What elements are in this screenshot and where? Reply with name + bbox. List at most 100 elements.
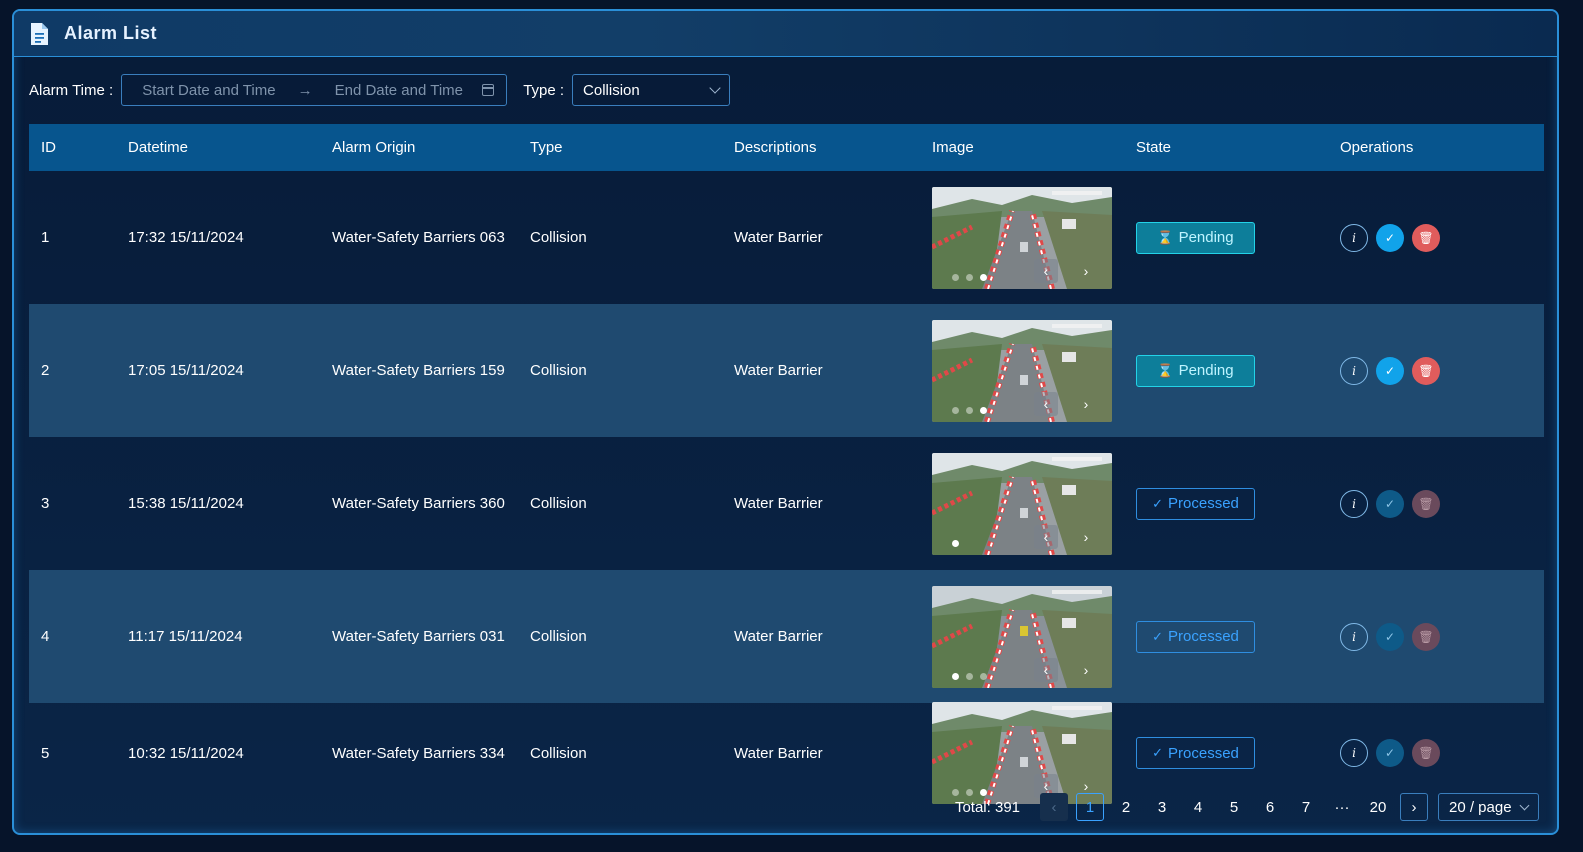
carousel-dot[interactable] [966, 406, 973, 414]
chevron-left-icon[interactable]: ‹ [1034, 391, 1058, 416]
confirm-button[interactable]: ✓ [1376, 489, 1404, 518]
cell-state: ✓ Processed [1136, 487, 1340, 520]
cell-type: Collision [530, 362, 587, 379]
page-button-last[interactable]: 20 [1364, 793, 1392, 821]
info-button[interactable]: i [1340, 356, 1368, 385]
page-button-6[interactable]: 6 [1256, 793, 1284, 821]
carousel-dots [952, 273, 987, 281]
table-body: 1 17:32 15/11/2024 Water-Safety Barriers… [29, 171, 1544, 804]
alarm-image-carousel[interactable]: ‹ › [932, 319, 1112, 422]
page-button-5[interactable]: 5 [1220, 793, 1248, 821]
alarm-image-carousel[interactable]: ‹ › [932, 585, 1112, 688]
cell-image: ‹ › [932, 702, 1136, 804]
date-range-picker[interactable]: Start Date and Time → End Date and Time [121, 74, 508, 106]
cell-description: Water Barrier [734, 744, 823, 762]
end-date-input[interactable]: End Date and Time [335, 82, 463, 99]
alarm-image-carousel[interactable]: ‹ › [932, 452, 1112, 555]
cell-state: ⌛ Pending [1136, 354, 1340, 387]
carousel-dot[interactable] [952, 539, 959, 547]
carousel-dot[interactable] [952, 273, 959, 281]
cell-origin: Water-Safety Barriers 360 [332, 495, 505, 512]
type-select[interactable]: Collision [572, 74, 731, 106]
start-date-input[interactable]: Start Date and Time [142, 82, 275, 99]
page-button-1[interactable]: 1 [1076, 793, 1104, 821]
cell-image: ‹ › [932, 585, 1136, 688]
cell-id: 5 [41, 744, 50, 762]
prev-page-button[interactable]: ‹ [1040, 793, 1068, 821]
cell-datetime: 17:32 15/11/2024 [128, 229, 244, 246]
chevron-left-icon[interactable]: ‹ [1034, 657, 1058, 682]
cell-origin: Water-Safety Barriers 063 [332, 229, 505, 246]
status-label: Pending [1178, 229, 1234, 246]
page-button-4[interactable]: 4 [1184, 793, 1212, 821]
confirm-button[interactable]: ✓ [1376, 223, 1404, 252]
cell-datetime: 15:38 15/11/2024 [128, 495, 244, 512]
chevron-right-icon[interactable]: › [1074, 658, 1098, 682]
type-label: Type : [523, 81, 565, 99]
confirm-button[interactable]: ✓ [1376, 739, 1404, 767]
info-button[interactable]: i [1340, 223, 1368, 252]
table-row: 3 15:38 15/11/2024 Water-Safety Barriers… [29, 437, 1544, 570]
cell-origin: Water-Safety Barriers 334 [332, 744, 505, 762]
carousel-dot[interactable] [966, 273, 973, 281]
chevron-right-icon[interactable]: › [1074, 525, 1098, 549]
delete-button[interactable]: 🗑 [1412, 622, 1440, 651]
page-button-2[interactable]: 2 [1112, 793, 1140, 821]
delete-button[interactable]: 🗑 [1412, 356, 1440, 385]
delete-button[interactable]: 🗑 [1412, 739, 1440, 767]
cell-origin: Water-Safety Barriers 159 [332, 362, 505, 379]
info-button[interactable]: i [1340, 489, 1368, 518]
check-icon: ✓ [1152, 745, 1164, 760]
carousel-dots [952, 406, 987, 414]
col-header-state: State [1136, 139, 1172, 156]
cell-operations: i ✓ 🗑 [1340, 739, 1544, 767]
table-row: 2 17:05 15/11/2024 Water-Safety Barriers… [29, 304, 1544, 437]
status-badge: ✓ Processed [1136, 620, 1255, 653]
carousel-dots [952, 539, 959, 547]
check-icon: ✓ [1152, 628, 1164, 644]
page-size-select[interactable]: 20 / page [1438, 793, 1539, 821]
cell-datetime: 17:05 15/11/2024 [128, 362, 244, 379]
page-button-7[interactable]: 7 [1292, 793, 1320, 821]
page-button-3[interactable]: 3 [1148, 793, 1176, 821]
arrow-right-icon: → [297, 81, 313, 99]
chevron-right-icon[interactable]: › [1074, 392, 1098, 416]
cell-state: ⌛ Pending [1136, 221, 1340, 254]
cell-description: Water Barrier [734, 628, 823, 645]
cell-datetime: 11:17 15/11/2024 [128, 628, 243, 645]
carousel-dot[interactable] [980, 406, 987, 414]
confirm-button[interactable]: ✓ [1376, 622, 1404, 651]
hourglass-icon: ⌛ [1157, 362, 1174, 378]
cell-datetime: 10:32 15/11/2024 [128, 744, 244, 762]
info-button[interactable]: i [1340, 739, 1368, 767]
cell-description: Water Barrier [734, 362, 823, 379]
delete-button[interactable]: 🗑 [1412, 489, 1440, 518]
chevron-left-icon[interactable]: ‹ [1034, 258, 1058, 283]
carousel-dot[interactable] [952, 406, 959, 414]
alarm-image-carousel[interactable]: ‹ › [932, 702, 1112, 804]
alarm-table: ID Datetime Alarm Origin Type Descriptio… [29, 124, 1544, 804]
hourglass-icon: ⌛ [1157, 229, 1174, 245]
delete-button[interactable]: 🗑 [1412, 223, 1440, 252]
info-button[interactable]: i [1340, 622, 1368, 651]
carousel-dot[interactable] [966, 672, 973, 680]
alarm-image-carousel[interactable]: ‹ › [932, 186, 1112, 289]
cell-image: ‹ › [932, 319, 1136, 422]
page-size-value: 20 / page [1449, 798, 1512, 816]
cell-id: 2 [41, 362, 50, 379]
page-ellipsis[interactable]: ··· [1328, 793, 1356, 821]
col-header-type: Type [530, 139, 563, 156]
filter-bar: Alarm Time : Start Date and Time → End D… [29, 73, 731, 107]
carousel-dot[interactable] [980, 672, 987, 680]
chevron-left-icon[interactable]: ‹ [1034, 524, 1058, 549]
table-row: 1 17:32 15/11/2024 Water-Safety Barriers… [29, 171, 1544, 304]
next-page-button[interactable]: › [1400, 793, 1428, 821]
status-label: Processed [1168, 495, 1239, 512]
cell-operations: i ✓ 🗑 [1340, 356, 1544, 385]
chevron-right-icon[interactable]: › [1074, 259, 1098, 283]
carousel-dot[interactable] [980, 273, 987, 281]
total-count: Total: 391 [954, 798, 1020, 816]
carousel-dots [952, 672, 987, 680]
carousel-dot[interactable] [952, 672, 959, 680]
confirm-button[interactable]: ✓ [1376, 356, 1404, 385]
